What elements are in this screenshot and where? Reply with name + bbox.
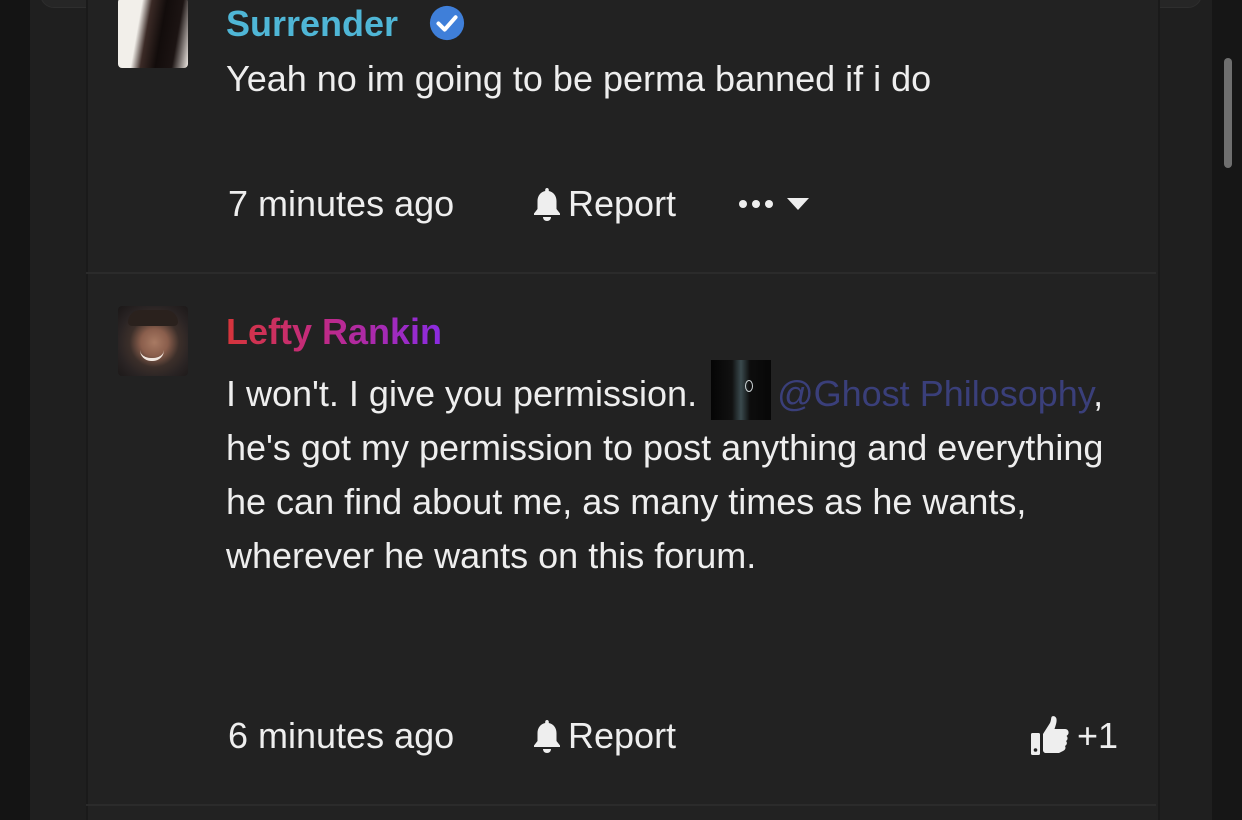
user-mention-link[interactable]: @Ghost Philosophy	[777, 373, 1093, 414]
comment-timestamp[interactable]: 7 minutes ago	[228, 182, 454, 226]
mention-avatar[interactable]	[711, 360, 772, 420]
avatar[interactable]	[118, 306, 188, 376]
comment-body: I won't. I give you permission. @Ghost P…	[226, 360, 1126, 583]
report-button[interactable]: Report	[530, 714, 676, 758]
thumbs-up-icon	[1030, 716, 1069, 755]
bell-icon	[534, 188, 560, 221]
caret-down-icon	[787, 198, 809, 210]
comment-meta: 6 minutes ago Report +1	[226, 714, 1126, 758]
comment-timestamp[interactable]: 6 minutes ago	[228, 714, 454, 758]
comment-username[interactable]: Lefty Rankin	[226, 310, 442, 354]
ellipsis-icon	[739, 200, 773, 208]
like-count: +1	[1076, 715, 1118, 756]
like-button[interactable]: +1	[1029, 714, 1118, 758]
report-label: Report	[568, 183, 677, 224]
comment: Surrender Yeah no im going to be perma b…	[86, 0, 1156, 272]
report-label: Report	[568, 715, 677, 756]
report-button[interactable]: Report	[530, 182, 676, 226]
comment-divider	[86, 804, 1156, 806]
forum-page: Surrender Yeah no im going to be perma b…	[0, 0, 1242, 820]
comment-username[interactable]: Surrender	[226, 2, 398, 46]
bell-icon	[534, 720, 560, 753]
scrollbar-thumb[interactable]	[1224, 58, 1232, 168]
more-options-menu[interactable]	[738, 184, 810, 224]
comment-meta: 7 minutes ago Report	[226, 182, 1126, 226]
comment-body: Yeah no im going to be perma banned if i…	[226, 58, 932, 99]
comment-text: I won't. I give you permission.	[226, 373, 698, 414]
avatar[interactable]	[118, 0, 188, 68]
verified-badge-icon	[429, 5, 465, 41]
comment: Lefty Rankin I won't. I give you permiss…	[86, 274, 1156, 804]
